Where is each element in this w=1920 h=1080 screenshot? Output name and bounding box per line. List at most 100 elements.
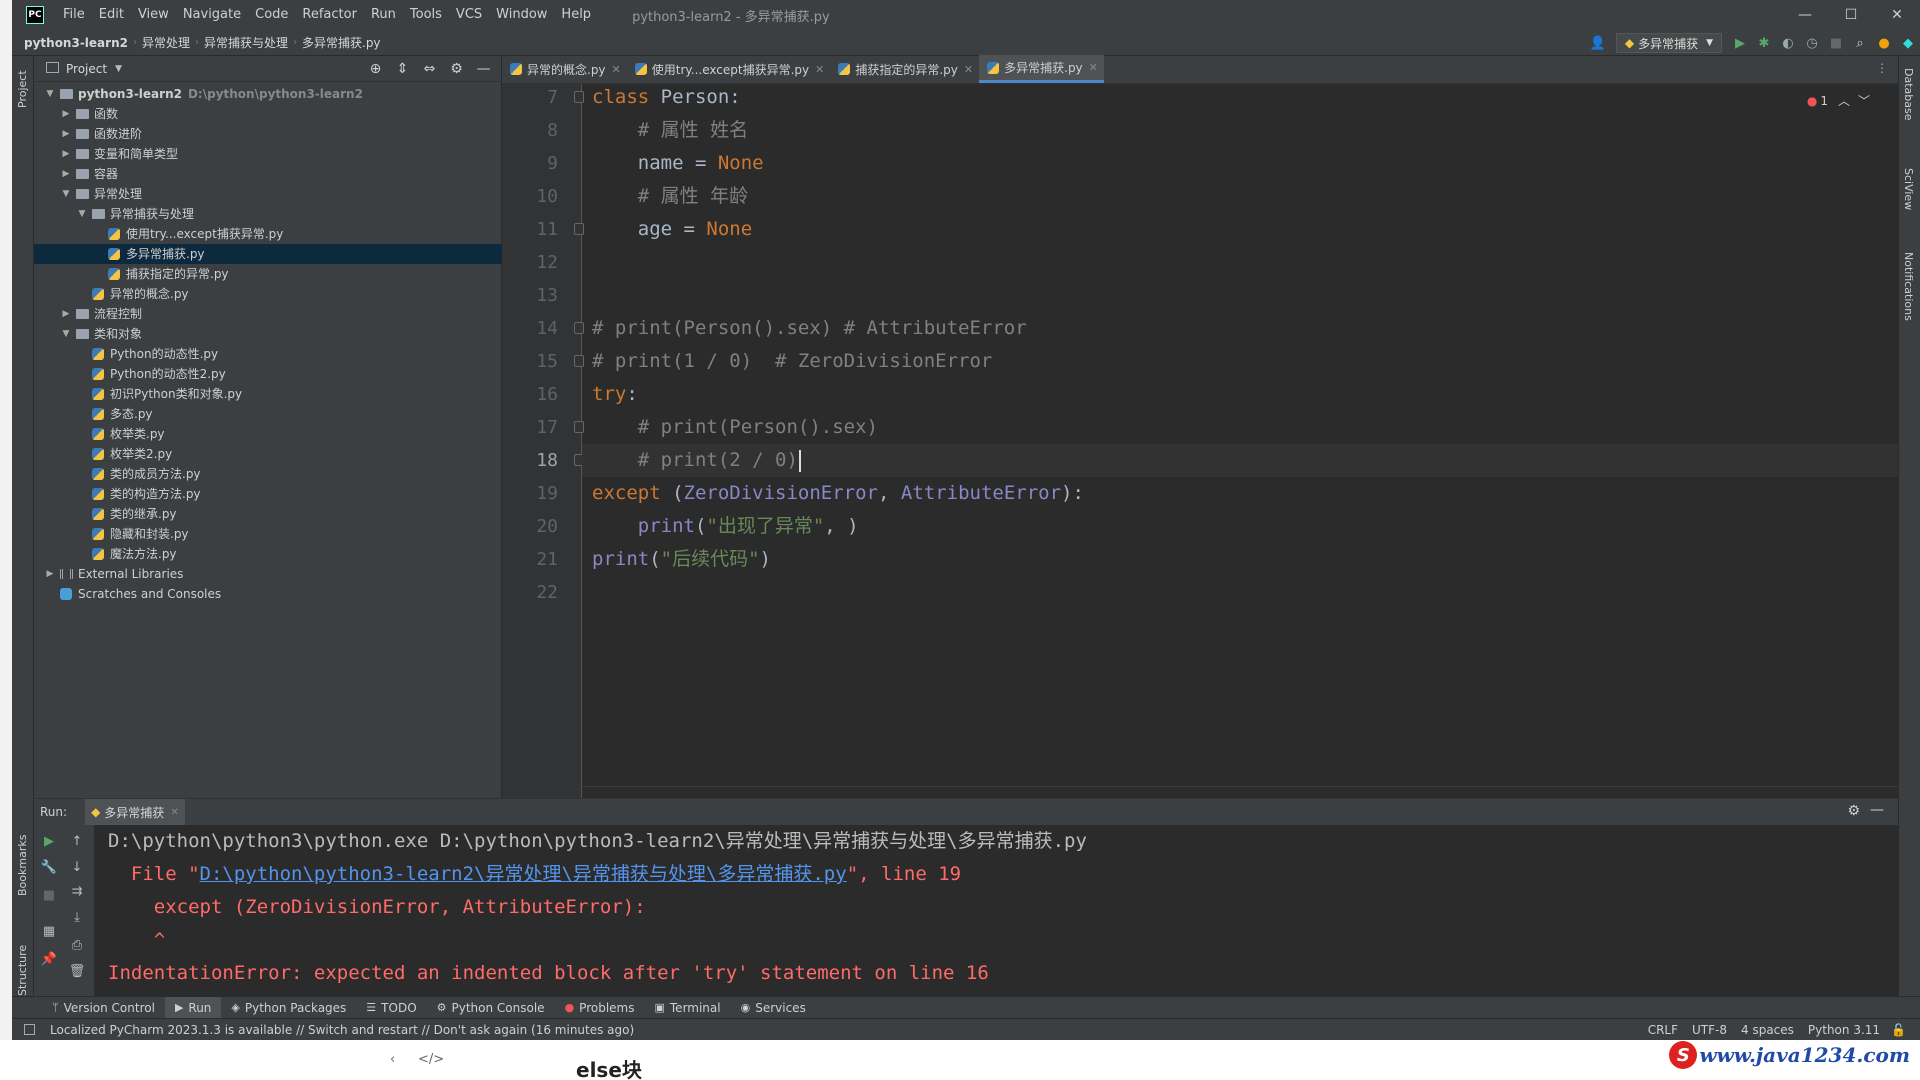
code-line[interactable]: # print(1 / 0) # ZeroDivisionError	[582, 345, 1898, 378]
tool-window-python-packages[interactable]: ◈ Python Packages	[221, 1001, 356, 1015]
editor-tab[interactable]: 多异常捕获.py ✕	[979, 55, 1104, 83]
print-icon[interactable]: ⎙	[66, 935, 88, 955]
chevron-down-icon[interactable]: ▼	[115, 64, 122, 74]
stop-icon[interactable]: ■	[38, 885, 60, 905]
line-number[interactable]: 11	[502, 213, 558, 246]
code-line[interactable]: print("出现了异常", )	[582, 510, 1898, 543]
line-number[interactable]: 18	[502, 444, 558, 477]
tree-folder-item[interactable]: ▶ 函数进阶	[34, 124, 502, 144]
close-icon[interactable]: ✕	[815, 63, 824, 76]
tree-file-item[interactable]: 捕获指定的异常.py	[34, 264, 502, 284]
chevron-up-icon[interactable]: ︿	[1838, 92, 1850, 109]
project-tool-button[interactable]: Project	[16, 70, 29, 108]
menu-edit[interactable]: Edit	[92, 0, 131, 30]
code-line[interactable]: age = None	[582, 213, 1898, 246]
tool-window-problems[interactable]: ● Problems	[555, 1001, 645, 1015]
code-icon[interactable]: </>	[418, 1052, 444, 1067]
tree-folder-item[interactable]: ▶ External Libraries	[34, 564, 502, 584]
bookmarks-tool-button[interactable]: Bookmarks	[16, 835, 29, 896]
line-separator[interactable]: CRLF	[1641, 1023, 1685, 1037]
breadcrumb-subfolder[interactable]: 异常捕获与处理	[199, 34, 293, 51]
chevron-right-icon[interactable]: ▶	[60, 164, 72, 184]
tree-folder-item[interactable]: ▼ 类和对象	[34, 324, 502, 344]
structure-tool-button[interactable]: Structure	[16, 945, 29, 996]
console-output[interactable]: D:\python\python3\python.exe D:\python\p…	[108, 825, 1888, 997]
line-number[interactable]: 21	[502, 543, 558, 576]
tree-file-item[interactable]: 魔法方法.py	[34, 544, 502, 564]
chevron-left-icon[interactable]: ‹	[390, 1052, 395, 1067]
code-line[interactable]	[582, 279, 1898, 312]
menu-code[interactable]: Code	[248, 0, 295, 30]
pycharm-logo[interactable]: PC	[26, 6, 44, 24]
tree-folder-item[interactable]: ▶ 容器	[34, 164, 502, 184]
database-tool-button[interactable]: Database	[1902, 68, 1915, 121]
line-number[interactable]: 20	[502, 510, 558, 543]
tree-file-item[interactable]: Python的动态性.py	[34, 344, 502, 364]
user-icon[interactable]: 👤	[1586, 32, 1610, 54]
chevron-down-icon[interactable]: ▼	[76, 204, 88, 224]
tree-file-item[interactable]: 隐藏和封装.py	[34, 524, 502, 544]
menu-run[interactable]: Run	[364, 0, 403, 30]
close-icon[interactable]: ✕	[964, 63, 973, 76]
tree-file-item[interactable]: Python的动态性2.py	[34, 364, 502, 384]
tool-window-run[interactable]: ▶ Run	[164, 996, 222, 1019]
tool-window-terminal[interactable]: ▣ Terminal	[644, 1001, 730, 1015]
scroll-down-icon[interactable]: ↓	[66, 857, 88, 877]
tree-file-item[interactable]: 枚举类.py	[34, 424, 502, 444]
chevron-down-icon[interactable]: ▼	[44, 84, 56, 104]
notifications-tool-button[interactable]: Notifications	[1902, 252, 1915, 321]
close-icon[interactable]: ✕	[170, 807, 178, 818]
line-number[interactable]: 14	[502, 312, 558, 345]
code-line[interactable]	[582, 576, 1898, 609]
chevron-down-icon[interactable]: ▼	[60, 324, 72, 344]
tree-file-item[interactable]: 异常的概念.py	[34, 284, 502, 304]
tree-file-item[interactable]: 类的构造方法.py	[34, 484, 502, 504]
menu-tools[interactable]: Tools	[403, 0, 449, 30]
editor-tab[interactable]: 异常的概念.py ✕	[502, 55, 627, 83]
breadcrumb-file[interactable]: 多异常捕获.py	[297, 34, 386, 51]
menu-window[interactable]: Window	[489, 0, 554, 30]
tool-window-version-control[interactable]: ᛘ Version Control	[42, 1001, 165, 1015]
tree-folder-item[interactable]: ▼ 异常处理	[34, 184, 502, 204]
tree-file-item[interactable]: 类的成员方法.py	[34, 464, 502, 484]
file-encoding[interactable]: UTF-8	[1685, 1023, 1734, 1037]
tree-folder-item[interactable]: ▼ 异常捕获与处理	[34, 204, 502, 224]
code-line[interactable]: # print(2 / 0)	[582, 444, 1898, 477]
line-number[interactable]: 19	[502, 477, 558, 510]
breadcrumb-folder[interactable]: 异常处理	[137, 34, 195, 51]
line-number[interactable]: 17	[502, 411, 558, 444]
tree-folder-item[interactable]: ▶ 变量和简单类型	[34, 144, 502, 164]
tree-file-item[interactable]: 多异常捕获.py	[34, 244, 502, 264]
line-number[interactable]: 9	[502, 147, 558, 180]
menu-navigate[interactable]: Navigate	[176, 0, 248, 30]
code-line[interactable]	[582, 246, 1898, 279]
close-icon[interactable]: ✕	[612, 63, 621, 76]
layout-icon[interactable]: ▦	[38, 921, 60, 941]
tool-window-python-console[interactable]: ⚙ Python Console	[427, 1001, 555, 1015]
tree-file-item[interactable]: 初识Python类和对象.py	[34, 384, 502, 404]
locate-icon[interactable]: ⊕	[362, 58, 389, 80]
tree-folder-item[interactable]: ▶ 流程控制	[34, 304, 502, 324]
wrench-icon[interactable]: 🔧	[38, 857, 60, 877]
run-icon[interactable]: ▶	[1728, 32, 1752, 54]
chevron-right-icon[interactable]: ▶	[60, 124, 72, 144]
scroll-up-icon[interactable]: ↑	[66, 831, 88, 851]
line-number[interactable]: 10	[502, 180, 558, 213]
profile-icon[interactable]: ◷	[1800, 32, 1824, 54]
code-line[interactable]: # 属性 年龄	[582, 180, 1898, 213]
expand-all-icon[interactable]: ⇕	[389, 58, 416, 80]
code-area[interactable]: class Person: # 属性 姓名 name = None # 属性 年…	[582, 84, 1898, 798]
more-tabs-icon[interactable]: ⋮	[1876, 61, 1888, 75]
run-configuration-select[interactable]: ◆ 多异常捕获 ▼	[1615, 33, 1722, 53]
sciview-tool-button[interactable]: SciView	[1902, 168, 1915, 210]
close-icon[interactable]: ✕	[1089, 61, 1098, 74]
tree-file-item[interactable]: 类的继承.py	[34, 504, 502, 524]
scroll-to-end-icon[interactable]: ⤓	[66, 907, 88, 927]
editor-tab[interactable]: 捕获指定的异常.py ✕	[830, 55, 979, 83]
menu-file[interactable]: File	[56, 0, 92, 30]
menu-vcs[interactable]: VCS	[449, 0, 489, 30]
line-number[interactable]: 7	[502, 81, 558, 114]
menu-refactor[interactable]: Refactor	[295, 0, 364, 30]
line-number[interactable]: 15	[502, 345, 558, 378]
tree-file-item[interactable]: 使用try...except捕获异常.py	[34, 224, 502, 244]
